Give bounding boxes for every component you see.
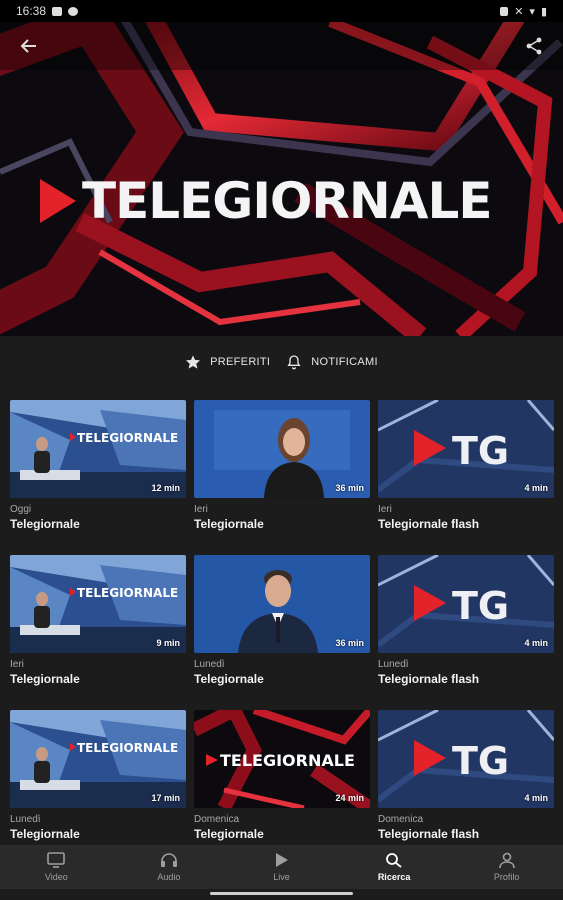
svg-text:TELEGIORNALE: TELEGIORNALE [77,431,178,445]
wifi-icon: ▾ [529,5,535,18]
action-bar: PREFERITI NOTIFICAMI [0,342,563,382]
video-date: Ieri [194,504,208,515]
alarm-icon [500,6,509,16]
play-icon [272,852,290,870]
tv-icon [47,852,66,870]
video-thumbnail: TG 4 min [378,400,554,498]
bell-icon [287,355,301,370]
video-card[interactable]: TG 4 min Lunedì Telegiornale flash [378,555,554,710]
video-title: Telegiornale [194,517,264,531]
video-thumbnail: TELEGIORNALE 12 min [10,400,186,498]
duration-badge: 36 min [335,483,364,493]
video-date: Ieri [378,504,392,515]
notify-label: NOTIFICAMI [311,356,378,368]
video-thumbnail: TELEGIORNALE 24 min [194,710,370,808]
nav-tab-profilo[interactable]: Profilo [467,852,547,882]
video-date: Domenica [194,814,240,825]
favorites-button[interactable]: PREFERITI [185,354,270,370]
hero-logo: TELEGIORNALE [40,172,492,230]
video-title: Telegiornale [10,672,80,686]
video-date: Domenica [378,814,424,825]
back-button[interactable] [14,31,44,61]
search-icon [385,852,403,870]
video-card[interactable]: 36 min Lunedì Telegiornale [194,555,370,710]
gesture-bar [0,889,563,900]
video-title: Telegiornale flash [378,517,480,531]
notification-icon [68,6,79,16]
svg-text:TG: TG [452,739,509,783]
nav-tab-live[interactable]: Live [241,852,321,882]
nav-tab-label: Profilo [493,872,520,882]
video-card[interactable]: TELEGIORNALE 12 min Oggi Telegiornale [10,400,186,555]
home-indicator [210,892,353,895]
duration-badge: 4 min [524,483,548,493]
status-time: 16:38 [16,4,47,18]
video-title: Telegiornale flash [378,672,480,686]
nav-tab-label: Audio [157,872,181,882]
duration-badge: 4 min [524,793,548,803]
video-thumbnail: TG 4 min [378,555,554,653]
video-date: Oggi [10,504,32,515]
mute-icon: ✕ [514,5,524,18]
profile-icon [498,852,516,870]
nav-tab-label: Ricerca [377,872,411,882]
headphones-icon [160,852,178,870]
bottom-navigation: Video Audio Live Ricerca Profilo [0,845,563,889]
video-card[interactable]: TG 4 min Domenica Telegiornale flash [378,710,554,865]
duration-badge: 12 min [151,483,180,493]
video-card[interactable]: TG 4 min Ieri Telegiornale flash [378,400,554,555]
video-thumbnail: TG 4 min [378,710,554,808]
favorites-label: PREFERITI [210,356,271,368]
video-grid: TELEGIORNALE 12 min Oggi Telegiornale 36… [10,400,554,865]
duration-badge: 24 min [335,793,364,803]
video-thumbnail: 36 min [194,400,370,498]
hero-title: TELEGIORNALE [82,172,492,230]
share-icon [526,37,542,55]
share-button[interactable] [519,31,549,61]
video-row: TELEGIORNALE 12 min Oggi Telegiornale 36… [10,400,554,555]
video-title: Telegiornale [10,827,80,841]
video-title: Telegiornale flash [378,827,480,841]
svg-text:TELEGIORNALE: TELEGIORNALE [77,586,178,600]
video-card[interactable]: TELEGIORNALE 24 min Domenica Telegiornal… [194,710,370,865]
duration-badge: 36 min [335,638,364,648]
nav-tab-ricerca[interactable]: Ricerca [354,852,434,882]
svg-text:TG: TG [452,429,509,473]
star-icon [186,355,201,369]
video-title: Telegiornale [194,672,264,686]
arrow-left-icon [20,39,36,53]
video-title: Telegiornale [10,517,80,531]
video-title: Telegiornale [194,827,264,841]
battery-icon: ▮ [540,5,547,18]
duration-badge: 17 min [151,793,180,803]
nav-tab-audio[interactable]: Audio [129,852,209,882]
video-row: TELEGIORNALE 17 min Lunedì Telegiornale … [10,710,554,865]
video-row: TELEGIORNALE 9 min Ieri Telegiornale 36 … [10,555,554,710]
video-date: Lunedì [10,814,41,825]
nav-tab-label: Live [273,872,290,882]
notify-button[interactable]: NOTIFICAMI [286,354,378,370]
youtube-notification-icon [52,6,63,16]
logo-play-icon [40,179,76,223]
nav-tab-video[interactable]: Video [16,852,96,882]
video-date: Lunedì [194,659,225,670]
video-thumbnail: TELEGIORNALE 17 min [10,710,186,808]
video-card[interactable]: TELEGIORNALE 9 min Ieri Telegiornale [10,555,186,710]
nav-tab-label: Video [44,872,68,882]
video-card[interactable]: 36 min Ieri Telegiornale [194,400,370,555]
svg-text:TELEGIORNALE: TELEGIORNALE [77,741,178,755]
duration-badge: 4 min [524,638,548,648]
video-date: Ieri [10,659,24,670]
video-card[interactable]: TELEGIORNALE 17 min Lunedì Telegiornale [10,710,186,865]
svg-text:TELEGIORNALE: TELEGIORNALE [220,751,355,770]
video-thumbnail: TELEGIORNALE 9 min [10,555,186,653]
video-date: Lunedì [378,659,409,670]
video-thumbnail: 36 min [194,555,370,653]
top-bar [0,22,563,70]
duration-badge: 9 min [156,638,180,648]
status-bar: 16:38 ✕ ▾ ▮ [0,0,563,22]
svg-text:TG: TG [452,584,509,628]
